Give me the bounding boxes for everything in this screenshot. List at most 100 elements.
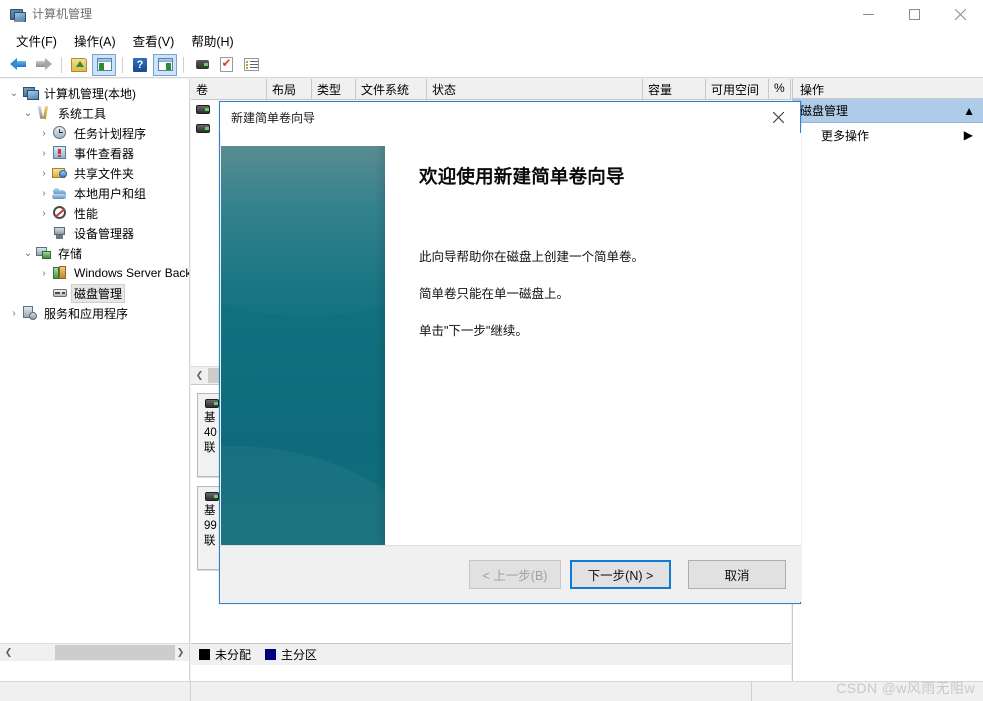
tree-item-label: 存储 bbox=[58, 246, 83, 261]
actions-pane: 操作 磁盘管理 ▲ 更多操作 ▶ bbox=[792, 79, 983, 681]
dialog-close-button[interactable] bbox=[756, 103, 800, 133]
computer-icon bbox=[22, 85, 39, 101]
tree-item-windows-server-backup[interactable]: › Windows Server Back bbox=[0, 263, 189, 283]
column-header-free-space[interactable]: 可用空间 bbox=[706, 79, 769, 99]
legend-unallocated: 未分配 bbox=[199, 646, 251, 663]
tree-item-label: Windows Server Back bbox=[74, 266, 190, 280]
close-button[interactable] bbox=[937, 0, 983, 29]
tree-item-event-viewer[interactable]: › 事件查看器 bbox=[0, 143, 189, 163]
connect-to-another-computer-button[interactable] bbox=[189, 54, 213, 76]
chevron-right-icon[interactable]: › bbox=[6, 308, 22, 319]
services-applications-icon bbox=[22, 305, 38, 321]
tree-item-label: 设备管理器 bbox=[74, 226, 135, 241]
legend-swatch-primary bbox=[265, 649, 277, 660]
help-question-icon: ? bbox=[133, 57, 147, 72]
actions-item-label: 更多操作 bbox=[821, 128, 870, 143]
cancel-button[interactable]: 取消 bbox=[688, 559, 786, 589]
show-hide-action-pane-button[interactable] bbox=[153, 53, 177, 76]
computer-management-window: 计算机管理 文件(F) 操作(A) 查看(V) 帮助(H) ? ✔ ⌄ 计算机管… bbox=[0, 0, 983, 701]
menu-help[interactable]: 帮助(H) bbox=[183, 28, 242, 53]
action-pane-icon bbox=[157, 58, 173, 71]
tree-item-local-users-groups[interactable]: › 本地用户和组 bbox=[0, 183, 189, 203]
disk-icon bbox=[204, 491, 220, 502]
chevron-right-icon[interactable]: › bbox=[36, 188, 52, 199]
toolbar-separator-3 bbox=[183, 56, 184, 73]
menu-bar: 文件(F) 操作(A) 查看(V) 帮助(H) bbox=[0, 29, 983, 52]
actions-group-disk-management[interactable]: 磁盘管理 ▲ bbox=[793, 99, 983, 123]
tree-item-label: 系统工具 bbox=[58, 106, 107, 121]
tree-item-services-applications[interactable]: › 服务和应用程序 bbox=[0, 303, 189, 323]
column-header-percent[interactable]: % bbox=[769, 79, 791, 99]
dialog-content: 欢迎使用新建简单卷向导 此向导帮助你在磁盘上创建一个简单卷。 简单卷只能在单一磁… bbox=[419, 163, 777, 340]
disk-icon bbox=[195, 104, 211, 115]
help-button[interactable]: ? bbox=[128, 54, 152, 76]
column-header-filesystem[interactable]: 文件系统 bbox=[356, 79, 427, 99]
dialog-paragraph-3: 单击"下一步"继续。 bbox=[419, 324, 528, 338]
tree-item-device-manager[interactable]: 设备管理器 bbox=[0, 223, 189, 243]
show-hide-console-tree-button[interactable] bbox=[92, 53, 116, 76]
column-header-status[interactable]: 状态 bbox=[427, 79, 643, 99]
column-header-capacity[interactable]: 容量 bbox=[643, 79, 706, 99]
back-button[interactable]: < 上一步(B) bbox=[469, 559, 561, 589]
properties-button[interactable] bbox=[239, 54, 263, 76]
tree-item-label: 计算机管理(本地) bbox=[44, 86, 136, 101]
tools-icon bbox=[36, 105, 52, 121]
folder-up-icon bbox=[71, 57, 87, 72]
chevron-up-icon[interactable]: ▲ bbox=[963, 104, 975, 118]
console-tree-pane: ⌄ 计算机管理(本地) ⌄ 系统工具 › 任务计划程序 › 事件查看器 › 共享… bbox=[0, 79, 190, 681]
performance-icon bbox=[52, 205, 68, 221]
chevron-right-icon[interactable]: › bbox=[36, 168, 52, 179]
tree-item-shared-folders[interactable]: › 共享文件夹 bbox=[0, 163, 189, 183]
chevron-down-icon[interactable]: ⌄ bbox=[6, 88, 22, 99]
menu-action[interactable]: 操作(A) bbox=[66, 28, 125, 53]
scroll-track[interactable] bbox=[17, 644, 175, 661]
scroll-left-arrow-icon[interactable]: ❮ bbox=[191, 367, 208, 384]
column-header-volume[interactable]: 卷 bbox=[191, 79, 267, 99]
actions-more-actions[interactable]: 更多操作 ▶ bbox=[793, 123, 983, 147]
disk-icon bbox=[204, 398, 220, 409]
wizard-banner-image bbox=[221, 146, 385, 547]
minimize-button[interactable] bbox=[845, 0, 891, 29]
chevron-down-icon[interactable]: ⌄ bbox=[20, 248, 36, 259]
tree-item-performance[interactable]: › 性能 bbox=[0, 203, 189, 223]
forward-button[interactable] bbox=[31, 54, 55, 76]
chevron-right-icon[interactable]: › bbox=[36, 268, 52, 279]
menu-file[interactable]: 文件(F) bbox=[8, 28, 66, 53]
chevron-right-icon[interactable]: › bbox=[36, 148, 52, 159]
disk-management-icon bbox=[52, 285, 68, 301]
tree-item-storage[interactable]: ⌄ 存储 bbox=[0, 243, 189, 263]
tree-horizontal-scrollbar[interactable]: ❮ ❯ bbox=[0, 643, 189, 661]
actions-pane-header: 操作 bbox=[793, 79, 983, 99]
scroll-thumb[interactable] bbox=[55, 645, 175, 660]
forward-arrow-icon bbox=[35, 58, 52, 71]
event-viewer-icon bbox=[52, 145, 68, 161]
chevron-right-icon[interactable]: ▶ bbox=[964, 128, 973, 142]
tree-item-disk-management[interactable]: 磁盘管理 bbox=[0, 283, 189, 303]
menu-view[interactable]: 查看(V) bbox=[125, 28, 184, 53]
tree-item-label: 本地用户和组 bbox=[74, 186, 147, 201]
scroll-left-arrow-icon[interactable]: ❮ bbox=[0, 644, 17, 661]
next-button[interactable]: 下一步(N) > bbox=[570, 559, 671, 589]
up-one-level-button[interactable] bbox=[67, 54, 91, 76]
tree-item-system-tools[interactable]: ⌄ 系统工具 bbox=[0, 103, 189, 123]
list-properties-icon bbox=[243, 58, 259, 71]
tree-item-label: 服务和应用程序 bbox=[44, 306, 129, 321]
status-segment-1 bbox=[0, 682, 191, 701]
window-title: 计算机管理 bbox=[32, 7, 93, 21]
chevron-right-icon[interactable]: › bbox=[36, 208, 52, 219]
clock-icon bbox=[52, 125, 68, 141]
shared-folder-icon bbox=[52, 165, 68, 181]
refresh-button[interactable] bbox=[214, 54, 238, 76]
dialog-heading: 欢迎使用新建简单卷向导 bbox=[419, 166, 625, 187]
column-header-type[interactable]: 类型 bbox=[312, 79, 356, 99]
maximize-button[interactable] bbox=[891, 0, 937, 29]
back-button[interactable] bbox=[6, 54, 30, 76]
legend-swatch-unallocated bbox=[199, 649, 210, 660]
chevron-down-icon[interactable]: ⌄ bbox=[20, 108, 36, 119]
actions-group-label: 磁盘管理 bbox=[800, 104, 849, 118]
chevron-right-icon[interactable]: › bbox=[36, 128, 52, 139]
tree-item-computer-management[interactable]: ⌄ 计算机管理(本地) bbox=[0, 83, 189, 103]
column-header-layout[interactable]: 布局 bbox=[267, 79, 312, 99]
users-groups-icon bbox=[52, 185, 68, 201]
tree-item-task-scheduler[interactable]: › 任务计划程序 bbox=[0, 123, 189, 143]
